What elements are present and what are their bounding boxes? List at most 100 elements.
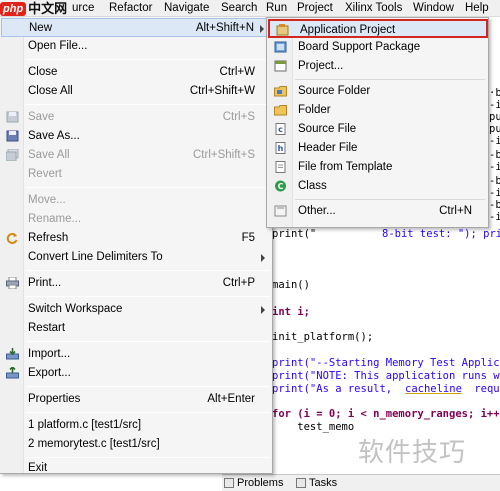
menu-item-shortcut: Ctrl+Shift+S <box>193 149 255 161</box>
tab-tasks[interactable]: Tasks <box>296 477 337 489</box>
menu-item-switch-workspace[interactable]: Switch Workspace <box>1 300 271 319</box>
code-line: 8-bit test: "); prin <box>382 228 500 240</box>
code-line: int i; <box>272 306 310 318</box>
menu-item-open-file[interactable]: Open File... <box>1 37 271 56</box>
code-fragment: ·b <box>489 87 500 99</box>
menu-item-shortcut: Ctrl+P <box>222 277 255 289</box>
submenu-item-shortcut: Ctrl+N <box>439 205 472 217</box>
code-line: test_memo <box>272 421 355 433</box>
new-submenu: Application Project Board Support Packag… <box>266 17 489 228</box>
code-line: main() <box>272 279 310 291</box>
menu-item-shortcut: Ctrl+S <box>222 111 255 123</box>
menu-refactor[interactable]: Refactor <box>109 1 152 15</box>
submenu-item-label: Class <box>298 180 327 192</box>
submenu-arrow-icon <box>261 254 265 262</box>
menu-item-close-all[interactable]: Close All Ctrl+Shift+W <box>1 82 271 101</box>
save-icon <box>6 111 19 123</box>
submenu-item-project[interactable]: Project... <box>268 57 488 76</box>
menu-item-properties[interactable]: Properties Alt+Enter <box>1 390 271 409</box>
menu-separator <box>26 270 270 271</box>
tab-problems[interactable]: Problems <box>224 477 283 489</box>
menu-item-label: Save As... <box>28 130 80 142</box>
menu-item-save[interactable]: Save Ctrl+S <box>1 108 271 127</box>
menu-item-label: Properties <box>28 393 81 405</box>
menu-item-label: Close <box>28 66 58 78</box>
menu-item-shortcut: Ctrl+W <box>219 66 255 78</box>
submenu-item-label: Other... <box>298 205 336 217</box>
submenu-item-application-project[interactable]: Application Project <box>268 19 488 38</box>
menu-item-label: Import... <box>28 348 71 360</box>
submenu-item-source-file[interactable]: c Source File <box>268 120 488 139</box>
submenu-item-label: Source File <box>298 123 357 135</box>
menu-item-close[interactable]: Close Ctrl+W <box>1 63 271 82</box>
menu-xilinx-tools[interactable]: Xilinx Tools <box>345 1 402 15</box>
folder-icon <box>274 105 287 116</box>
submenu-item-label: File from Template <box>298 161 393 173</box>
code-fragment: -in <box>489 99 500 111</box>
menu-item-restart[interactable]: Restart <box>1 319 271 338</box>
code-line: init_platform(); <box>272 331 374 343</box>
menu-item-label: Save <box>28 111 55 123</box>
menu-separator <box>26 296 270 297</box>
menu-item-save-as[interactable]: Save As... <box>1 127 271 146</box>
menu-project[interactable]: Project <box>297 1 333 15</box>
watermark-bottom: 软件技巧 <box>358 438 467 468</box>
tab-tasks-label: Tasks <box>309 477 338 489</box>
submenu-item-label: Source Folder <box>298 85 371 97</box>
code-fragment: pu <box>489 123 500 135</box>
menu-item-label: Move... <box>28 194 66 206</box>
submenu-item-label: Project... <box>298 60 344 72</box>
menu-item-shortcut: Alt+Shift+N <box>195 22 254 34</box>
menu-item-recent-2[interactable]: 2 memorytest.c [test1/src] <box>1 435 271 454</box>
submenu-item-class[interactable]: C Class <box>268 177 488 196</box>
menu-separator <box>26 104 270 105</box>
watermark-text: 中文网 <box>28 0 68 16</box>
submenu-item-header-file[interactable]: h Header File <box>268 139 488 158</box>
file-template-icon <box>275 161 286 173</box>
submenu-item-file-from-template[interactable]: File from Template <box>268 158 488 177</box>
tab-problems-label: Problems <box>237 477 284 489</box>
menu-item-label: Switch Workspace <box>28 303 123 315</box>
menu-search[interactable]: Search <box>221 1 257 15</box>
submenu-arrow-icon <box>260 25 264 33</box>
code-line: print("As a result, <box>272 383 399 395</box>
menu-window[interactable]: Window <box>413 1 454 15</box>
submenu-item-source-folder[interactable]: Source Folder <box>268 82 488 101</box>
svg-text:C: C <box>278 182 284 191</box>
menu-item-revert[interactable]: Revert <box>1 165 271 184</box>
code-fragment: -b <box>489 175 500 187</box>
menu-item-label: Refresh <box>28 232 69 244</box>
menu-item-refresh[interactable]: Refresh F5 <box>1 229 271 248</box>
menu-navigate[interactable]: Navigate <box>164 1 209 15</box>
menu-item-export[interactable]: Export... <box>1 364 271 383</box>
menu-item-exit[interactable]: Exit <box>1 459 271 478</box>
menu-item-import[interactable]: Import... <box>1 345 271 364</box>
menu-source[interactable]: urce <box>72 1 94 15</box>
submenu-item-board-support-package[interactable]: Board Support Package <box>268 38 488 57</box>
menu-item-label: Rename... <box>28 213 82 225</box>
submenu-item-other[interactable]: Other... Ctrl+N <box>268 202 488 221</box>
submenu-item-label: Folder <box>298 104 331 116</box>
menu-item-move[interactable]: Move... <box>1 191 271 210</box>
submenu-item-folder[interactable]: Folder <box>268 101 488 120</box>
source-file-icon: c <box>275 123 286 135</box>
menu-item-shortcut: Ctrl+Shift+W <box>189 85 255 97</box>
menu-item-label: New <box>29 22 53 34</box>
menu-item-save-all[interactable]: Save All Ctrl+Shift+S <box>1 146 271 165</box>
menu-item-rename[interactable]: Rename... <box>1 210 271 229</box>
menu-item-new[interactable]: New Alt+Shift+N <box>1 18 271 37</box>
svg-text:h: h <box>278 144 284 153</box>
board-support-package-icon <box>274 41 287 53</box>
svg-text:c: c <box>278 125 283 134</box>
code-fragment: -in <box>489 211 500 223</box>
menu-separator <box>26 187 270 188</box>
menu-item-print[interactable]: Print... Ctrl+P <box>1 274 271 293</box>
menu-item-recent-1[interactable]: 1 platform.c [test1/src] <box>1 416 271 435</box>
watermark-php-badge: php <box>0 1 27 16</box>
menu-run[interactable]: Run <box>266 1 287 15</box>
menu-help[interactable]: Help <box>465 1 489 15</box>
code-line: requests <box>474 383 500 395</box>
code-line: cacheline <box>405 383 462 395</box>
menu-item-convert-line-delimiters[interactable]: Convert Line Delimiters To <box>1 248 271 267</box>
refresh-icon <box>6 233 18 244</box>
